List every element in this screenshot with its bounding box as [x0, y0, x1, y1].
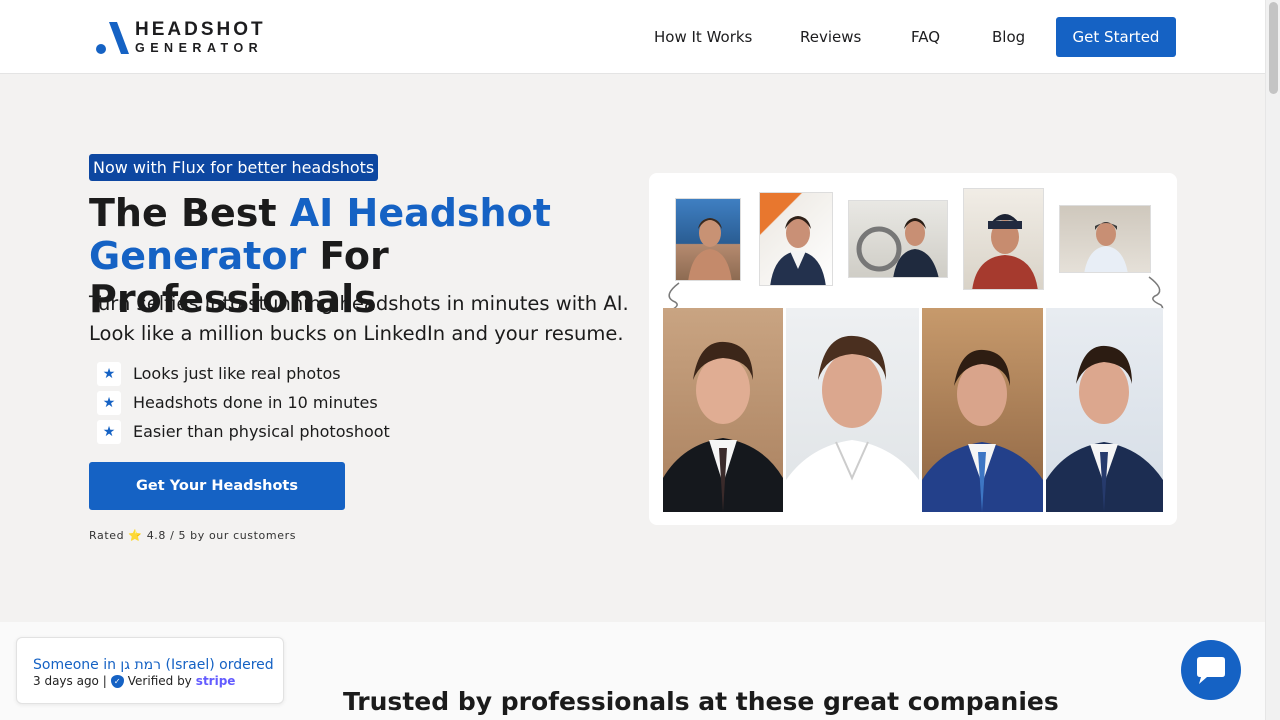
- nav-faq[interactable]: FAQ: [911, 28, 940, 46]
- logo-line1: HEADSHOT: [135, 19, 266, 40]
- notification-title: Someone in רמת גן (Israel) ordered: [33, 657, 274, 673]
- feature-item: ★ Looks just like real photos: [97, 362, 397, 386]
- star-icon: ★: [97, 391, 121, 415]
- feature-label: Looks just like real photos: [133, 364, 341, 383]
- site-header: HEADSHOT GENERATOR How It Works Reviews …: [0, 0, 1265, 74]
- notification-time: 3 days ago |: [33, 674, 107, 688]
- feature-label: Easier than physical photoshoot: [133, 422, 390, 441]
- feature-item: ★ Headshots done in 10 minutes: [97, 391, 397, 415]
- logo-mark-icon: [96, 22, 129, 54]
- selfie-thumbnail: [759, 192, 833, 286]
- scrollbar[interactable]: [1265, 0, 1280, 720]
- scrollbar-thumb[interactable]: [1269, 2, 1278, 94]
- generated-headshot: [1046, 308, 1163, 512]
- logo[interactable]: HEADSHOT GENERATOR: [95, 18, 275, 56]
- selfie-thumbnail: [963, 188, 1044, 290]
- get-your-headshots-button[interactable]: Get Your Headshots: [89, 462, 345, 510]
- nav-reviews[interactable]: Reviews: [800, 28, 861, 46]
- stripe-logo: stripe: [195, 674, 236, 688]
- nav-blog[interactable]: Blog: [992, 28, 1025, 46]
- hero-subtitle: Turn selfies into stunning headshots in …: [89, 292, 629, 345]
- chat-bubble-icon: [1197, 657, 1225, 684]
- chat-button[interactable]: [1181, 640, 1241, 700]
- generated-headshot: [786, 308, 919, 512]
- star-icon: ★: [97, 362, 121, 386]
- rating-text: Rated ⭐ 4.8 / 5 by our customers: [89, 529, 297, 542]
- star-icon: ★: [97, 420, 121, 444]
- generated-headshot: [922, 308, 1043, 512]
- hero-title-part1: The Best: [89, 191, 290, 235]
- selfie-thumbnail: [848, 200, 948, 278]
- nav-how-it-works[interactable]: How It Works: [654, 28, 752, 46]
- feature-label: Headshots done in 10 minutes: [133, 393, 378, 412]
- verified-shield-icon: ✓: [110, 674, 124, 688]
- trusted-heading: Trusted by professionals at these great …: [343, 687, 1059, 716]
- order-notification[interactable]: Someone in רמת גן (Israel) ordered 3 day…: [16, 637, 284, 704]
- selfie-thumbnail: [675, 198, 741, 281]
- selfie-thumbnail: [1059, 205, 1151, 273]
- generated-headshot: [663, 308, 783, 512]
- feature-item: ★ Easier than physical photoshoot: [97, 420, 397, 444]
- logo-text: HEADSHOT GENERATOR: [135, 20, 266, 55]
- notification-meta: 3 days ago | ✓ Verified by stripe: [33, 674, 235, 688]
- logo-line2: GENERATOR: [135, 41, 264, 55]
- headshot-examples-card: [649, 173, 1177, 525]
- flux-badge: Now with Flux for better headshots: [89, 154, 379, 181]
- verified-label: Verified by: [127, 674, 192, 688]
- get-started-button[interactable]: Get Started: [1056, 17, 1176, 57]
